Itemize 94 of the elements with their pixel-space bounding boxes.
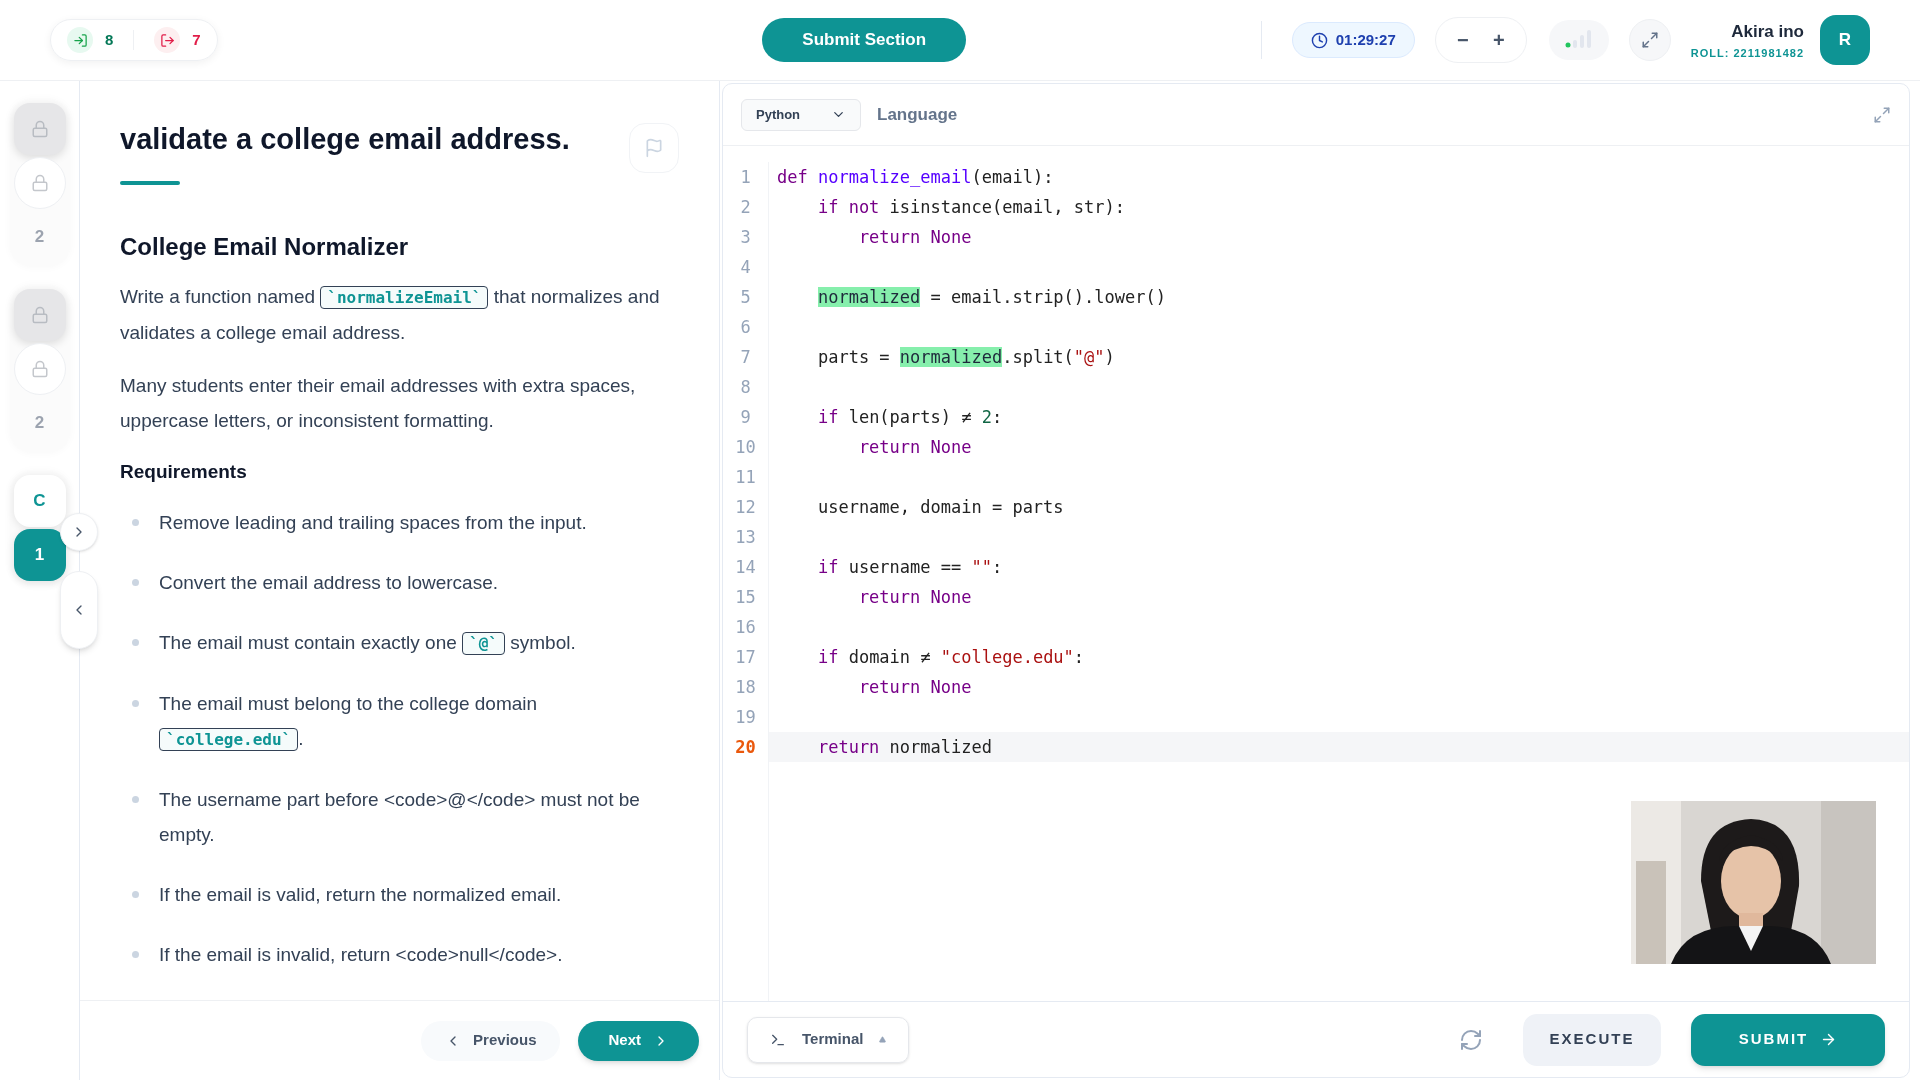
user-avatar: R (1820, 15, 1870, 65)
bullet-icon (132, 699, 139, 707)
next-button[interactable]: Next (578, 1020, 699, 1061)
question-number-tile[interactable]: 1 (13, 529, 66, 581)
problem-title: validate a college email address. (120, 122, 570, 157)
inline-code: `@` (462, 631, 505, 655)
execute-button[interactable]: EXECUTE (1523, 1013, 1661, 1066)
language-select[interactable]: Python (741, 98, 861, 131)
bullet-icon (132, 950, 139, 958)
requirement-text: Remove leading and trailing spaces from the input. (159, 510, 587, 535)
requirement-text: If the email is valid, return the normalized email. (159, 882, 562, 907)
inline-code: `normalizeEmail` (320, 286, 489, 309)
zoom-out-button[interactable]: − (1451, 25, 1474, 55)
requirement-text: The email must contain exactly one `@` symbol. (159, 630, 576, 657)
submit-button[interactable]: SUBMIT (1691, 1013, 1885, 1066)
code-line: username, domain = parts (816, 497, 1064, 517)
submit-section-button[interactable]: Submit Section (762, 18, 967, 62)
bullet-icon (132, 578, 139, 586)
previous-button[interactable]: Previous (421, 1020, 561, 1061)
lock-icon (30, 360, 49, 378)
line-number: 2 (740, 196, 751, 219)
bullet-icon (132, 890, 139, 898)
signal-icon (1564, 30, 1593, 48)
requirement-text: If the email is invalid, return <code>null</code>. (159, 942, 563, 967)
line-number: 10 (735, 436, 756, 459)
reset-button[interactable] (1459, 1027, 1483, 1052)
lock-icon (30, 120, 49, 138)
code-line: if username == "": (816, 557, 1003, 577)
timer-text: 01:29:27 (1335, 29, 1396, 50)
line-number: 6 (740, 316, 751, 339)
line-number: 11 (735, 466, 756, 489)
refresh-icon (1459, 1027, 1483, 1052)
line-number: 9 (740, 406, 751, 429)
zoom-in-button[interactable]: + (1487, 25, 1510, 55)
requirement-text: Convert the email address to lowercase. (159, 570, 498, 595)
expand-icon (1873, 105, 1891, 124)
bullet-icon (132, 795, 139, 803)
clock-icon (1310, 31, 1328, 49)
user-name: Akira ino (1731, 21, 1804, 43)
line-number: 16 (735, 616, 756, 639)
code-line: return None (857, 437, 972, 457)
description-text: Many students enter their email addresses with extra spaces, uppercase letters, or inconsistent formatting. (120, 374, 637, 433)
expand-icon (1640, 31, 1659, 49)
line-number: 12 (735, 496, 756, 519)
line-number: 13 (735, 526, 756, 549)
code-line: return None (857, 587, 972, 607)
inline-code: `college.edu` (159, 727, 299, 751)
language-label: Language (877, 103, 958, 126)
exit-icon (154, 27, 181, 53)
code-line: return normalized (816, 737, 992, 757)
roll-number: ROLL: 2211981482 (1690, 45, 1804, 61)
bullet-icon (132, 638, 139, 646)
entry-icon (67, 27, 93, 53)
problem-heading: College Email Normalizer (120, 232, 410, 262)
line-number: 20 (735, 736, 756, 759)
requirement-text: The email must belong to the college domain `college.edu` . (159, 691, 539, 753)
line-number: 5 (740, 286, 751, 309)
entry-count: 8 (105, 29, 114, 50)
line-number: 3 (740, 226, 751, 249)
caret-icon (879, 1036, 887, 1043)
line-number: 8 (740, 376, 751, 399)
line-number: 18 (735, 676, 756, 699)
locked-question-tile[interactable] (13, 289, 66, 341)
terminal-button[interactable]: Terminal (747, 1016, 910, 1063)
collapse-sidebar-button[interactable] (60, 571, 98, 649)
description-text: Write a function named `normalizeEmail` that normalizes and validates a college email address. (120, 285, 661, 345)
requirements-heading: Requirements (120, 460, 248, 484)
code-line: if len(parts) ≠ 2: (816, 407, 1003, 427)
line-number: 7 (740, 346, 751, 369)
lock-icon (30, 306, 49, 324)
code-line: if not isinstance(email, str): (816, 197, 1125, 217)
code-line: normalized = email.strip().lower() (816, 287, 1166, 307)
line-number: 19 (735, 706, 756, 729)
flag-icon (644, 138, 664, 158)
lock-icon (30, 174, 49, 192)
bullet-icon (132, 518, 139, 526)
question-number-tile[interactable]: C (13, 475, 66, 527)
code-line: def normalize_email(email): (777, 167, 1054, 187)
line-number: 15 (735, 586, 756, 609)
expand-sidebar-button[interactable] (60, 513, 98, 551)
line-number: 4 (740, 256, 751, 279)
code-line: parts = normalized.split("@") (816, 347, 1115, 367)
code-line: return None (857, 677, 972, 697)
locked-question-tile[interactable] (13, 103, 66, 155)
exit-count: 7 (192, 29, 201, 50)
line-number: 1 (740, 166, 751, 189)
requirement-text: The username part before <code>@</code> must not be empty. (159, 787, 641, 847)
flag-button[interactable] (629, 123, 679, 173)
line-number: 17 (735, 646, 756, 669)
code-line: if domain ≠ "college.edu": (816, 647, 1085, 667)
line-number: 14 (735, 556, 756, 579)
fullscreen-button[interactable] (1628, 19, 1671, 61)
code-line: return None (857, 227, 972, 247)
expand-editor-button[interactable] (1873, 105, 1891, 124)
